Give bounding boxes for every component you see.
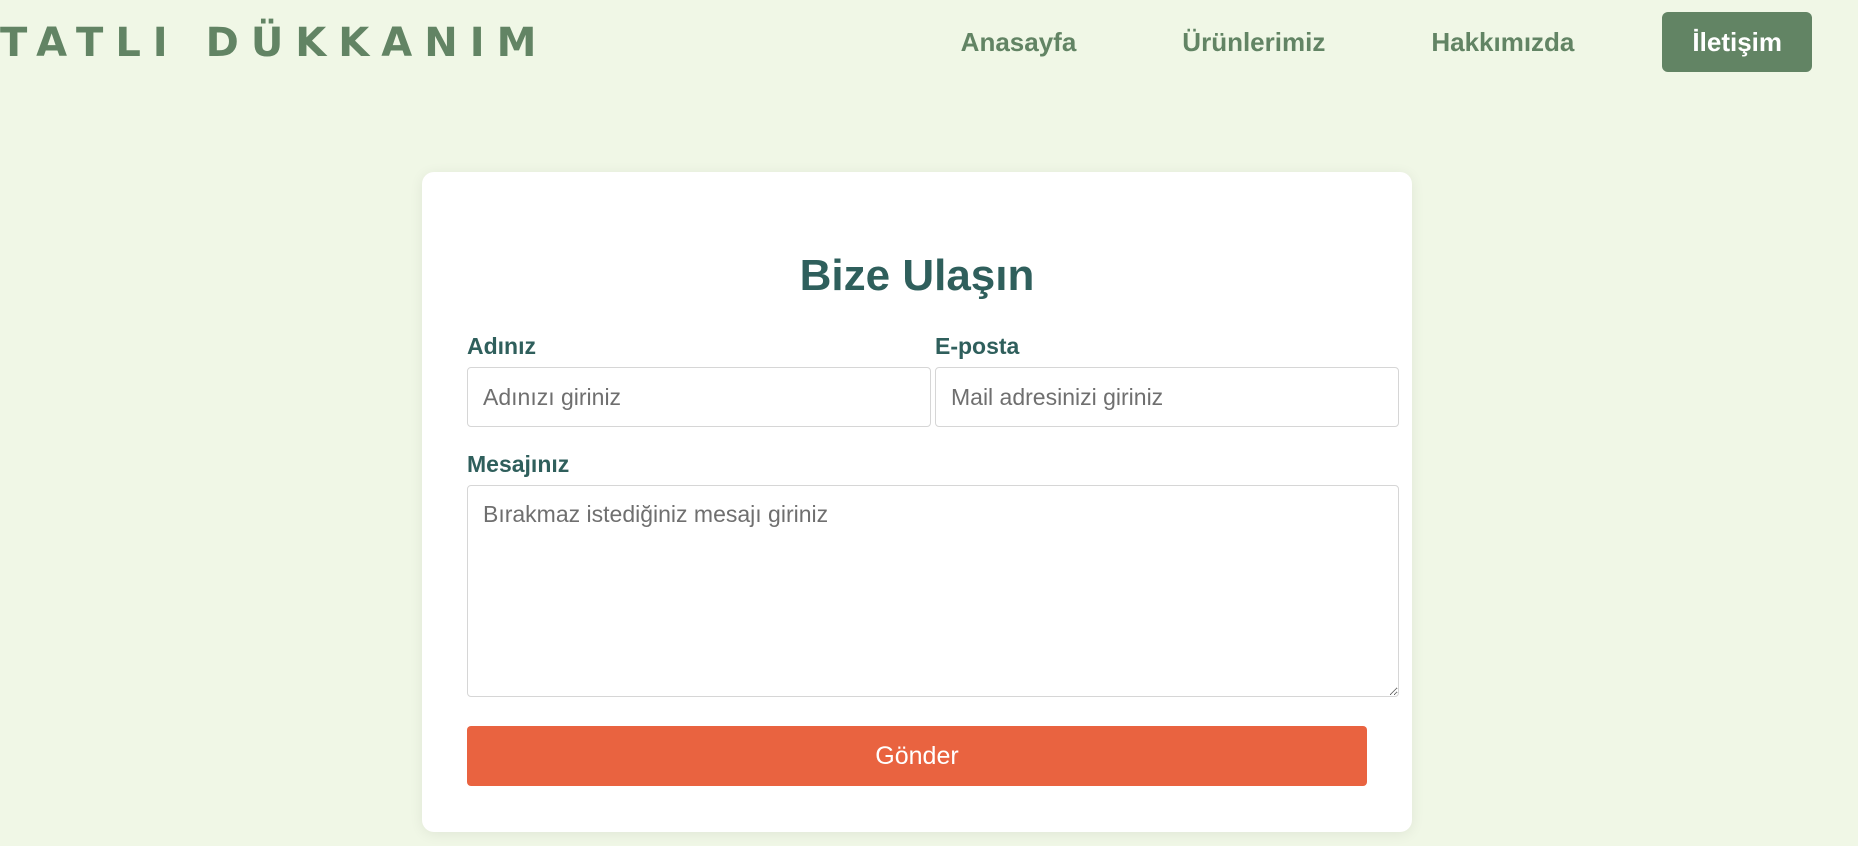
contact-form-title: Bize Ulaşın <box>799 251 1035 300</box>
email-input[interactable] <box>935 367 1399 427</box>
nav-link-products[interactable]: Ürünlerimiz <box>1170 12 1337 72</box>
email-label: E-posta <box>935 333 1020 359</box>
site-logo[interactable]: TATLI DÜKKANIM <box>0 18 548 68</box>
name-input[interactable] <box>467 367 931 427</box>
contact-form-card: Bize Ulaşın Adınız E-posta Mesajınız Gön… <box>422 172 1412 832</box>
site-header: TATLI DÜKKANIM Anasayfa Ürünlerimiz Hakk… <box>0 0 1858 90</box>
message-label: Mesajınız <box>467 451 570 477</box>
submit-button[interactable]: Gönder <box>467 726 1367 786</box>
nav-link-contact[interactable]: İletişim <box>1662 12 1812 72</box>
nav-link-about[interactable]: Hakkımızda <box>1419 12 1586 72</box>
nav-link-home[interactable]: Anasayfa <box>949 12 1089 72</box>
main-nav: Anasayfa Ürünlerimiz Hakkımızda İletişim <box>949 12 1812 72</box>
message-textarea[interactable] <box>467 485 1399 697</box>
name-label: Adınız <box>467 333 536 359</box>
